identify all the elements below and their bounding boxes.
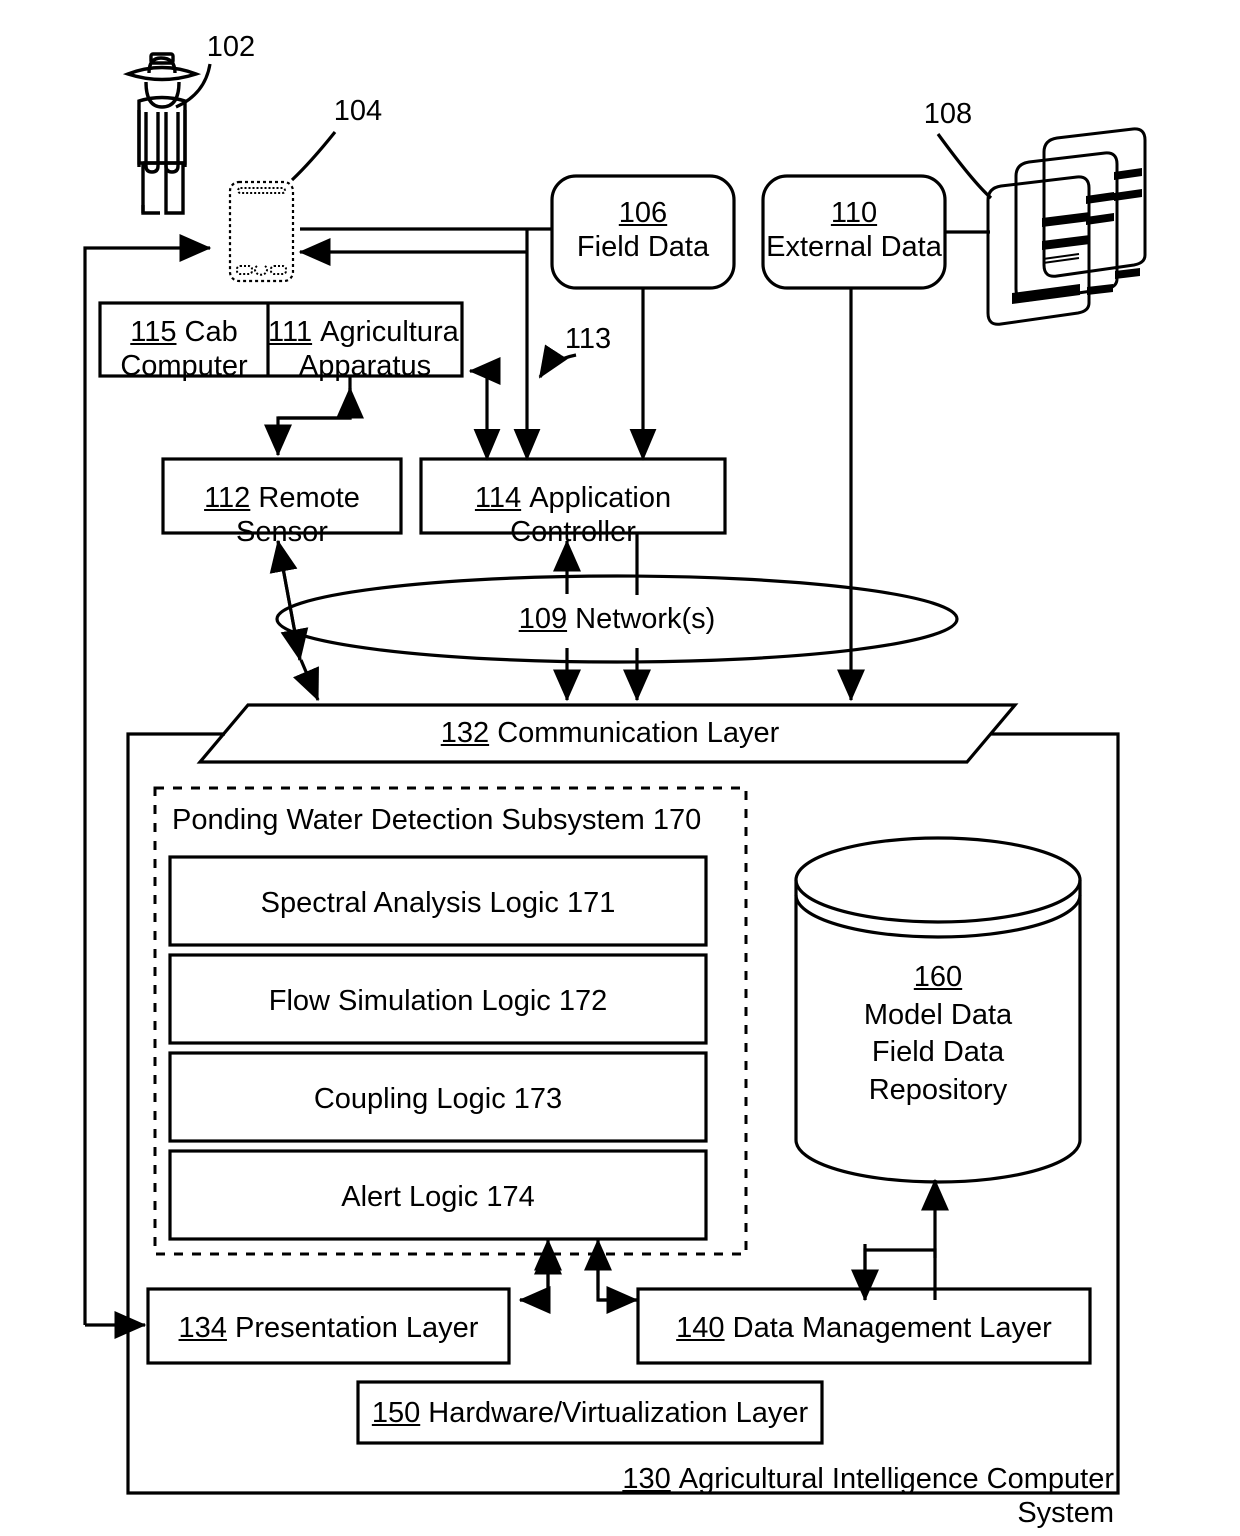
system-title-label: 130 Agricultural Intelligence Computer S…	[558, 1462, 1114, 1530]
network-label: 109 Network(s)	[437, 602, 797, 636]
network-ref: 109	[518, 603, 568, 635]
callout-104: 104	[333, 95, 383, 127]
repository-text-1: Model Data	[863, 998, 1013, 1031]
hardware-layer-text: Hardware/Virtualization Layer	[428, 1397, 809, 1429]
communication-layer-label: 132 Communication Layer	[400, 716, 820, 750]
field-data-text: Field Data	[576, 231, 710, 264]
external-data-text: External Data	[766, 231, 942, 264]
network-text: Network(s)	[575, 603, 716, 635]
agricultural-apparatus-text-2: Apparatus	[298, 350, 432, 383]
repository-text-2: Field Data	[871, 1036, 1005, 1069]
agricultural-apparatus-label: 111 Agricultural Apparatus	[268, 315, 466, 383]
farmer-person-icon	[122, 52, 202, 215]
repository-ref: 160	[913, 961, 963, 993]
cab-computer-text-1: Cab	[184, 316, 238, 348]
repository-text-3: Repository	[868, 1074, 1008, 1107]
remote-sensor-ref: 112	[204, 482, 251, 514]
presentation-layer-ref: 134	[178, 1312, 227, 1344]
flow-simulation-logic-label: Flow Simulation Logic 172	[268, 985, 608, 1017]
coupling-logic-label: Coupling Logic 173	[313, 1083, 563, 1115]
hardware-layer-label: 150 Hardware/Virtualization Layer	[358, 1396, 822, 1430]
data-management-layer-text: Data Management Layer	[732, 1312, 1052, 1344]
communication-layer-ref: 132	[440, 717, 490, 749]
data-management-layer-ref: 140	[676, 1312, 725, 1344]
application-controller-text: Application Controller	[510, 482, 672, 549]
system-ref: 130	[622, 1463, 671, 1495]
external-data-ref: 110	[830, 197, 878, 229]
application-controller-label: 114 Application Controller	[421, 481, 725, 549]
agricultural-apparatus-text-1: Agricultural	[320, 316, 466, 348]
cab-computer-label: 115 Cab Computer	[100, 315, 268, 383]
application-controller-ref: 114	[474, 482, 522, 514]
patent-figure-canvas: 102 104 108 113 106 Field Data 110 Exter…	[0, 0, 1240, 1536]
hardware-layer-ref: 150	[371, 1397, 421, 1429]
ponding-subsystem-title: Ponding Water Detection Subsystem 170	[172, 804, 702, 836]
field-data-ref: 106	[618, 197, 668, 229]
cab-computer-text-2: Computer	[120, 350, 248, 383]
remote-sensor-label: 112 Remote Sensor	[163, 481, 401, 549]
presentation-layer-text: Presentation Layer	[235, 1312, 479, 1344]
agricultural-apparatus-ref: 111	[268, 316, 313, 348]
communication-layer-text: Communication Layer	[497, 717, 780, 749]
alert-logic-label: Alert Logic 174	[341, 1181, 535, 1213]
spectral-analysis-logic-label: Spectral Analysis Logic 171	[260, 887, 616, 919]
presentation-layer-label: 134 Presentation Layer	[148, 1311, 509, 1345]
repository-label: 160 Model Data Field Data Repository	[796, 959, 1080, 1110]
callout-102: 102	[206, 31, 256, 63]
callout-108: 108	[923, 98, 973, 130]
data-management-layer-label: 140 Data Management Layer	[638, 1311, 1090, 1345]
system-title-text: Agricultural Intelligence Computer Syste…	[678, 1463, 1114, 1530]
callout-113: 113	[564, 323, 612, 355]
cab-computer-ref: 115	[130, 316, 177, 348]
external-data-label: 110 External Data	[763, 196, 945, 264]
field-data-label: 106 Field Data	[552, 196, 734, 264]
